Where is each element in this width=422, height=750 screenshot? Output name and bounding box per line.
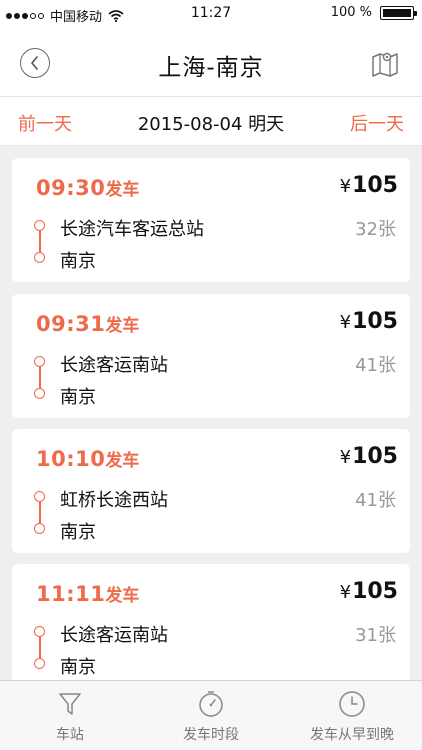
seats-left: 41张 (355, 490, 396, 511)
tab-label: 发车时段 (183, 727, 239, 743)
tab-sort-early-to-late[interactable]: 发车从早到晚 (282, 681, 422, 750)
nav-header: 上海-南京 (0, 28, 422, 96)
route-line-icon (34, 356, 46, 399)
destination: 南京 (60, 522, 96, 543)
trip-card[interactable]: 09:31发车 ¥105 长途客运南站 南京 41张 (12, 294, 410, 418)
date-selector: 前一天 2015-08-04 明天 后一天 (0, 96, 422, 146)
next-day-button[interactable]: 后一天 (350, 110, 404, 136)
timer-icon (199, 691, 223, 717)
departure-time: 09:30发车 (36, 176, 140, 200)
bottom-tab-bar: 车站 发车时段 发车从早到晚 (0, 680, 422, 750)
ticket-price: ¥105 (339, 309, 398, 334)
filter-icon (59, 693, 81, 715)
ticket-price: ¥105 (339, 173, 398, 198)
trip-card[interactable]: 10:10发车 ¥105 虹桥长途西站 南京 41张 (12, 429, 410, 553)
route-line-icon (34, 491, 46, 534)
status-right: 100 % (330, 5, 417, 20)
route-line-icon (34, 220, 46, 263)
departure-time: 10:10发车 (36, 447, 140, 471)
seats-left: 41张 (355, 355, 396, 376)
battery-icon (380, 5, 417, 20)
seats-left: 32张 (355, 219, 396, 240)
ticket-price: ¥105 (339, 444, 398, 469)
departure-station: 长途客运南站 (60, 355, 168, 376)
tab-label: 车站 (56, 727, 84, 743)
destination: 南京 (60, 387, 96, 408)
departure-station: 虹桥长途西站 (60, 490, 168, 511)
page-title: 上海-南京 (158, 55, 264, 81)
tab-station[interactable]: 车站 (0, 681, 140, 750)
battery-percent: 100 % (330, 5, 372, 20)
ticket-price: ¥105 (339, 579, 398, 604)
tab-departure-period[interactable]: 发车时段 (141, 681, 281, 750)
seats-left: 31张 (355, 625, 396, 646)
tab-label: 发车从早到晚 (310, 727, 394, 743)
status-bar: 中国移动 11:27 100 % (0, 0, 422, 28)
trip-card[interactable]: 09:30发车 ¥105 长途汽车客运总站 南京 32张 (12, 158, 410, 282)
clock-icon (339, 691, 365, 717)
map-icon (372, 52, 398, 77)
map-button[interactable] (370, 48, 400, 78)
departure-station: 长途汽车客运总站 (60, 219, 204, 240)
destination: 南京 (60, 657, 96, 678)
trip-card[interactable]: 11:11发车 ¥105 长途客运南站 南京 31张 (12, 564, 410, 680)
destination: 南京 (60, 251, 96, 272)
trip-list[interactable]: 09:30发车 ¥105 长途汽车客运总站 南京 32张 09:31发车 ¥10… (0, 146, 422, 680)
departure-time: 11:11发车 (36, 582, 140, 606)
departure-station: 长途客运南站 (60, 625, 168, 646)
route-line-icon (34, 626, 46, 669)
departure-time: 09:31发车 (36, 312, 140, 336)
